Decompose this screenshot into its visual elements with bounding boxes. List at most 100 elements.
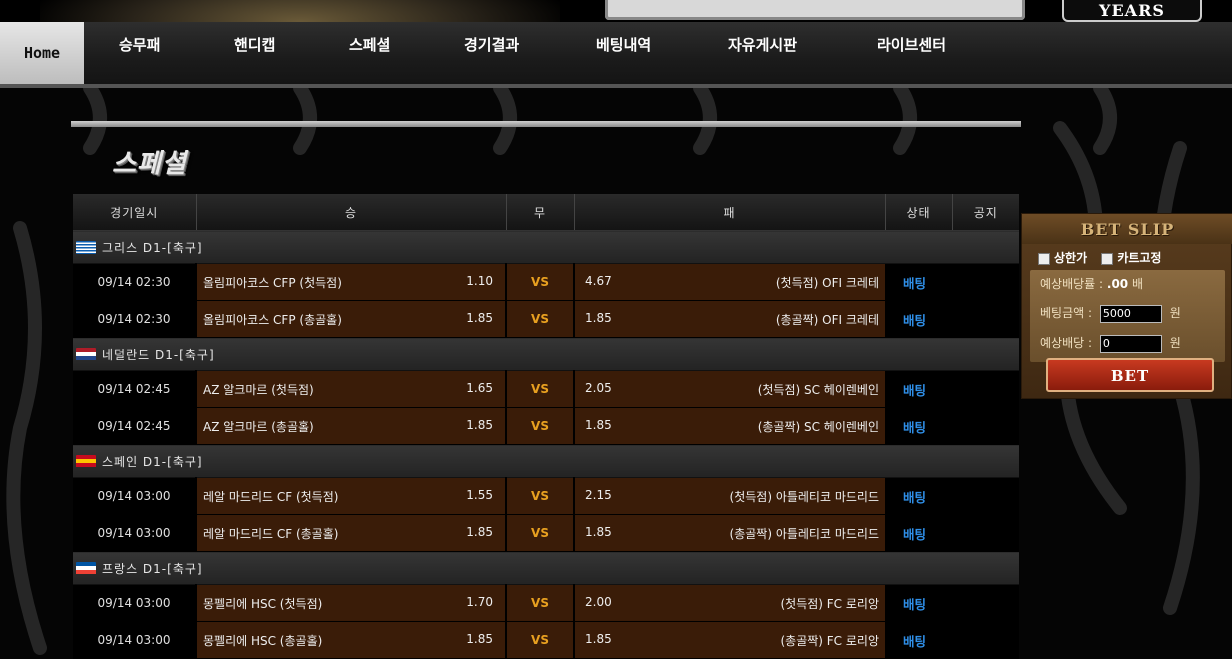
home-pick-cell[interactable]: 몽펠리에 HSC (총골홀) 1.85 [195, 621, 506, 659]
bet-status-link[interactable]: 배팅 [903, 313, 926, 328]
nav-item-bet-history[interactable]: 베팅내역 [596, 14, 651, 76]
table-header-row: 경기일시 승 무 패 상태 공지 [73, 194, 1019, 231]
notice-cell [952, 477, 1019, 515]
game-row: 09/14 02:30 올림피아코스 CFP (총골홀) 1.85 VS 1.85 (총골… [73, 300, 1019, 338]
away-team-name: (첫득점) 아틀레티코 마드리드 [729, 489, 879, 504]
draw-cell: VS [505, 370, 575, 408]
away-odds: 1.85 [585, 524, 612, 539]
game-row: 09/14 03:00 몽펠리에 HSC (총골홀) 1.85 VS 1.85 (총골짝)… [73, 621, 1019, 659]
header-away: 패 [573, 194, 885, 231]
game-row: 09/14 02:45 AZ 알크마르 (총골홀) 1.85 VS 1.85 (총골짝) … [73, 407, 1019, 445]
game-row: 09/14 02:30 올림피아코스 CFP (첫득점) 1.10 VS 4.67 (첫득… [73, 263, 1019, 301]
draw-cell: VS [505, 300, 575, 338]
home-odds: 1.55 [466, 487, 493, 502]
bet-status-link[interactable]: 배팅 [903, 420, 926, 435]
bet-status-link[interactable]: 배팅 [903, 634, 926, 649]
cart-fix-checkbox[interactable] [1101, 252, 1114, 265]
bet-status-link[interactable]: 배팅 [903, 490, 926, 505]
nav-item-special[interactable]: 스페셜 [349, 14, 390, 76]
status-cell: 배팅 [885, 300, 952, 338]
expected-odds-label: 예상배당률 : [1040, 277, 1104, 291]
nav-item-handicap[interactable]: 핸디캡 [234, 14, 275, 76]
away-pick-cell[interactable]: 1.85 (총골짝) SC 헤이렌베인 [574, 407, 885, 445]
home-pick-cell[interactable]: 올림피아코스 CFP (첫득점) 1.10 [195, 263, 506, 301]
game-date: 09/14 03:00 [73, 621, 196, 659]
status-cell: 배팅 [885, 584, 952, 622]
away-pick-cell[interactable]: 1.85 (총골짝) FC 로리앙 [574, 621, 885, 659]
nav-item-live-center[interactable]: 라이브센터 [877, 14, 946, 76]
away-odds: 4.67 [585, 273, 612, 288]
max-odds-checkbox[interactable] [1038, 252, 1050, 265]
game-date: 09/14 02:45 [73, 407, 196, 445]
game-row: 09/14 03:00 레알 마드리드 CF (총골홀) 1.85 VS 1.85 (총골… [73, 514, 1019, 552]
nav-home[interactable]: Home [0, 22, 84, 84]
home-team-name: 몽펠리에 HSC (첫득점) [203, 596, 323, 611]
home-team-name: AZ 알크마르 (총골홀) [203, 419, 314, 434]
game-row: 09/14 03:00 레알 마드리드 CF (첫득점) 1.55 VS 2.15 (첫득… [73, 477, 1019, 515]
draw-cell: VS [505, 407, 575, 445]
notice-cell [952, 584, 1019, 622]
game-date: 09/14 03:00 [73, 584, 196, 622]
away-team-name: (총골짝) FC 로리앙 [780, 633, 879, 648]
game-date: 09/14 02:45 [73, 370, 196, 408]
bet-amount-row: 베팅금액 : 5000 원 [1040, 304, 1181, 323]
league-label: 그리스 D1-[축구] [102, 240, 203, 255]
home-team-name: 올림피아코스 CFP (첫득점) [203, 275, 342, 290]
header-status: 상태 [884, 194, 952, 231]
away-pick-cell[interactable]: 2.05 (첫득점) SC 헤이렌베인 [574, 370, 885, 408]
away-pick-cell[interactable]: 1.85 (총골짝) 아틀레티코 마드리드 [574, 514, 885, 552]
away-team-name: (총골짝) OFI 크레테 [775, 312, 879, 327]
country-flag-icon [76, 561, 96, 575]
home-pick-cell[interactable]: 레알 마드리드 CF (총골홀) 1.85 [195, 514, 506, 552]
bet-amount-input[interactable]: 5000 [1099, 304, 1162, 323]
away-pick-cell[interactable]: 4.67 (첫득점) OFI 크레테 [574, 263, 885, 301]
bet-status-link[interactable]: 배팅 [903, 383, 926, 398]
bet-amount-label: 베팅금액 : [1040, 306, 1093, 320]
away-pick-cell[interactable]: 2.15 (첫득점) 아틀레티코 마드리드 [574, 477, 885, 515]
away-odds: 1.85 [585, 631, 612, 646]
country-flag-icon [76, 347, 96, 361]
header-date: 경기일시 [73, 194, 196, 231]
notice-cell [952, 300, 1019, 338]
country-flag-icon [76, 454, 96, 468]
bet-button[interactable]: BET [1046, 358, 1214, 392]
header-home: 승 [195, 194, 506, 231]
away-pick-cell[interactable]: 1.85 (총골짝) OFI 크레테 [574, 300, 885, 338]
away-pick-cell[interactable]: 2.00 (첫득점) FC 로리앙 [574, 584, 885, 622]
away-team-name: (첫득점) OFI 크레테 [775, 275, 879, 290]
expected-odds-unit: 배 [1131, 277, 1144, 291]
home-team-name: AZ 알크마르 (첫득점) [203, 382, 314, 397]
nav-item-results[interactable]: 경기결과 [464, 14, 519, 76]
away-odds: 1.85 [585, 310, 612, 325]
away-odds: 2.00 [585, 594, 612, 609]
status-cell: 배팅 [885, 477, 952, 515]
status-cell: 배팅 [885, 514, 952, 552]
bet-slip-options: 상한가 카트고정 [1038, 249, 1161, 266]
away-team-name: (첫득점) SC 헤이렌베인 [757, 382, 879, 397]
home-pick-cell[interactable]: 레알 마드리드 CF (첫득점) 1.55 [195, 477, 506, 515]
home-team-name: 레알 마드리드 CF (첫득점) [203, 489, 339, 504]
notice-cell [952, 370, 1019, 408]
home-odds: 1.85 [466, 524, 493, 539]
game-date: 09/14 02:30 [73, 300, 196, 338]
expected-payout-unit: 원 [1169, 336, 1181, 350]
home-pick-cell[interactable]: AZ 알크마르 (총골홀) 1.85 [195, 407, 506, 445]
content-divider [71, 121, 1021, 127]
bet-status-link[interactable]: 배팅 [903, 597, 926, 612]
expected-payout-row: 예상배당 : 0 원 [1040, 334, 1181, 353]
bet-status-link[interactable]: 배팅 [903, 276, 926, 291]
nav-item-winlose[interactable]: 승무패 [119, 14, 160, 76]
home-pick-cell[interactable]: 올림피아코스 CFP (총골홀) 1.85 [195, 300, 506, 338]
status-cell: 배팅 [885, 407, 952, 445]
expected-payout-field: 0 [1099, 334, 1162, 353]
home-team-name: 레알 마드리드 CF (총골홀) [203, 526, 339, 541]
bet-status-link[interactable]: 배팅 [903, 527, 926, 542]
home-odds: 1.70 [466, 594, 493, 609]
home-pick-cell[interactable]: 몽펠리에 HSC (첫득점) 1.70 [195, 584, 506, 622]
home-pick-cell[interactable]: AZ 알크마르 (첫득점) 1.65 [195, 370, 506, 408]
league-row: 그리스 D1-[축구] [73, 230, 1019, 264]
nav-item-free-board[interactable]: 자유게시판 [728, 14, 797, 76]
status-cell: 배팅 [885, 263, 952, 301]
away-team-name: (첫득점) FC 로리앙 [780, 596, 879, 611]
away-team-name: (총골짝) 아틀레티코 마드리드 [729, 526, 879, 541]
